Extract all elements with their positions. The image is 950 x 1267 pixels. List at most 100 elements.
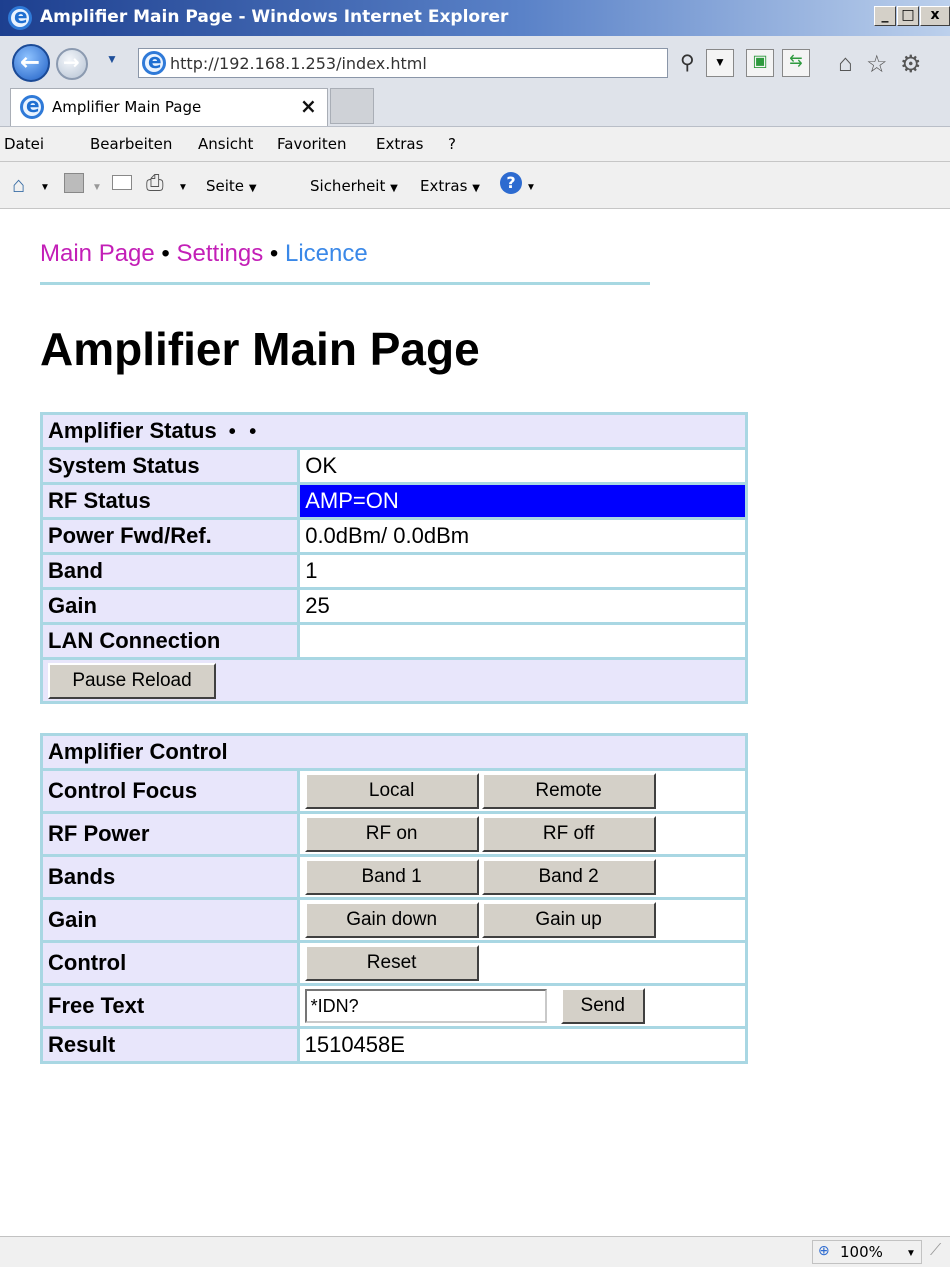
status-header-label: Amplifier Status	[48, 418, 217, 443]
gain-up-button[interactable]: Gain up	[481, 902, 656, 938]
band-2-button[interactable]: Band 2	[481, 859, 656, 895]
amplifier-control-table: Amplifier Control Control Focus Local Rem…	[40, 733, 749, 1064]
zoom-level[interactable]: 100%	[840, 1243, 883, 1261]
nav-link-main-page[interactable]: Main Page	[40, 240, 155, 267]
row-label: LAN Connection	[39, 622, 301, 660]
table-row: Amplifier Control	[40, 733, 748, 771]
band-1-button[interactable]: Band 1	[304, 859, 479, 895]
nav-separator: •	[269, 240, 279, 267]
row-label: Band	[39, 552, 301, 590]
chevron-down-icon: ▼	[248, 183, 257, 194]
address-dropdown-button[interactable]: ▼	[706, 49, 734, 77]
nav-divider	[40, 282, 650, 285]
nav-link-settings[interactable]: Settings	[177, 240, 264, 267]
menu-datei[interactable]: Datei	[4, 135, 44, 153]
command-extras-label: Extras	[420, 177, 468, 195]
menu-extras[interactable]: Extras	[376, 135, 423, 153]
nav-separator: •	[161, 240, 170, 267]
compatibility-view-icon[interactable]: ▣	[746, 49, 774, 77]
close-button[interactable]: x	[920, 6, 950, 26]
command-seite[interactable]: Seite ▼	[206, 177, 257, 195]
page-navigation: Main Page • Settings • Licence	[40, 240, 368, 268]
row-label: RF Status	[39, 482, 301, 520]
command-extras[interactable]: Extras ▼	[420, 177, 480, 195]
gain-control-cell: Gain down Gain up	[296, 897, 749, 943]
reset-button[interactable]: Reset	[304, 945, 479, 981]
command-sicherheit[interactable]: Sicherheit ▼	[310, 177, 398, 195]
zoom-dropdown-icon[interactable]: ▼	[906, 1248, 916, 1259]
table-row: LAN Connection	[39, 622, 748, 660]
table-row: Power Fwd/Ref. 0.0dBm/ 0.0dBm	[39, 517, 748, 555]
rf-on-button[interactable]: RF on	[304, 816, 479, 852]
refresh-icon[interactable]: ⇆	[782, 49, 810, 77]
rf-off-button[interactable]: RF off	[481, 816, 656, 852]
table-row: Result 1510458E	[40, 1026, 749, 1064]
pause-reload-button[interactable]: Pause Reload	[48, 662, 216, 699]
resize-grip-icon[interactable]: ⟋	[930, 1242, 941, 1260]
back-button[interactable]: ←	[12, 44, 50, 82]
mail-icon[interactable]	[112, 175, 132, 190]
ie-logo-icon	[8, 4, 32, 30]
gear-icon[interactable]: ⚙	[900, 50, 922, 79]
home-dropdown-icon[interactable]: ▼	[40, 182, 50, 193]
menu-bearbeiten[interactable]: Bearbeiten	[90, 135, 172, 153]
free-text-input[interactable]	[304, 989, 547, 1023]
print-icon[interactable]: ⎙	[146, 170, 164, 196]
bands-cell: Band 1 Band 2	[296, 854, 749, 900]
menu-ansicht[interactable]: Ansicht	[198, 135, 253, 153]
home-page-icon[interactable]: ⌂	[12, 172, 25, 198]
row-label: Control	[40, 940, 300, 986]
chevron-down-icon: ▼	[390, 183, 398, 194]
row-label: Gain	[40, 897, 300, 943]
status-header-dots: • •	[228, 421, 261, 443]
table-row: Control Focus Local Remote	[40, 768, 749, 814]
address-url[interactable]: http://192.168.1.253/index.html	[170, 54, 427, 73]
zoom-icon: ⊕	[818, 1242, 830, 1258]
search-icon[interactable]: ⚲	[680, 50, 695, 75]
table-row: Band 1	[39, 552, 748, 590]
power-value: 0.0dBm/ 0.0dBm	[297, 517, 748, 555]
remote-button[interactable]: Remote	[481, 773, 656, 809]
minimize-button[interactable]: _	[874, 6, 896, 26]
feeds-icon[interactable]	[64, 173, 84, 193]
maximize-button[interactable]: □	[897, 6, 919, 26]
tab-close-icon[interactable]: ×	[300, 94, 317, 118]
nav-link-licence[interactable]: Licence	[285, 240, 368, 267]
local-button[interactable]: Local	[304, 773, 479, 809]
lan-connection-value	[297, 622, 748, 660]
history-dropdown-icon[interactable]: ▼	[106, 52, 118, 66]
gain-down-button[interactable]: Gain down	[304, 902, 479, 938]
system-status-value: OK	[297, 447, 748, 485]
tab-title[interactable]: Amplifier Main Page	[52, 98, 201, 116]
forward-arrow-icon: →	[63, 50, 80, 74]
home-icon[interactable]: ⌂	[838, 50, 853, 78]
row-label: Gain	[39, 587, 301, 625]
favorites-star-icon[interactable]: ☆	[866, 50, 888, 79]
chevron-down-icon: ▼	[472, 183, 480, 194]
back-arrow-icon: ←	[20, 48, 41, 76]
row-label: Free Text	[40, 983, 300, 1029]
page-title: Amplifier Main Page	[40, 323, 480, 375]
rf-power-cell: RF on RF off	[296, 811, 749, 857]
pause-row: Pause Reload	[40, 657, 748, 704]
rf-status-value: AMP=ON	[297, 482, 748, 520]
menu-favoriten[interactable]: Favoriten	[277, 135, 346, 153]
page-favicon-icon	[142, 49, 166, 75]
table-row: Gain Gain down Gain up	[40, 897, 749, 943]
status-bar	[0, 1236, 950, 1267]
table-row: Free Text Send	[40, 983, 749, 1029]
band-value: 1	[297, 552, 748, 590]
table-row: System Status OK	[39, 447, 748, 485]
amplifier-status-table: Amplifier Status • • System Status OK RF …	[39, 412, 748, 704]
feeds-dropdown-icon[interactable]: ▼	[92, 182, 102, 193]
help-dropdown-icon[interactable]: ▼	[526, 182, 536, 193]
print-dropdown-icon[interactable]: ▼	[178, 182, 188, 193]
send-button[interactable]: Send	[560, 988, 645, 1024]
forward-button[interactable]: →	[56, 48, 88, 80]
menu-help[interactable]: ?	[448, 135, 456, 153]
table-row: Amplifier Status • •	[40, 412, 748, 450]
new-tab-button[interactable]	[330, 88, 374, 124]
row-label: System Status	[39, 447, 301, 485]
help-icon[interactable]: ?	[500, 172, 522, 194]
command-sicherheit-label: Sicherheit	[310, 177, 386, 195]
